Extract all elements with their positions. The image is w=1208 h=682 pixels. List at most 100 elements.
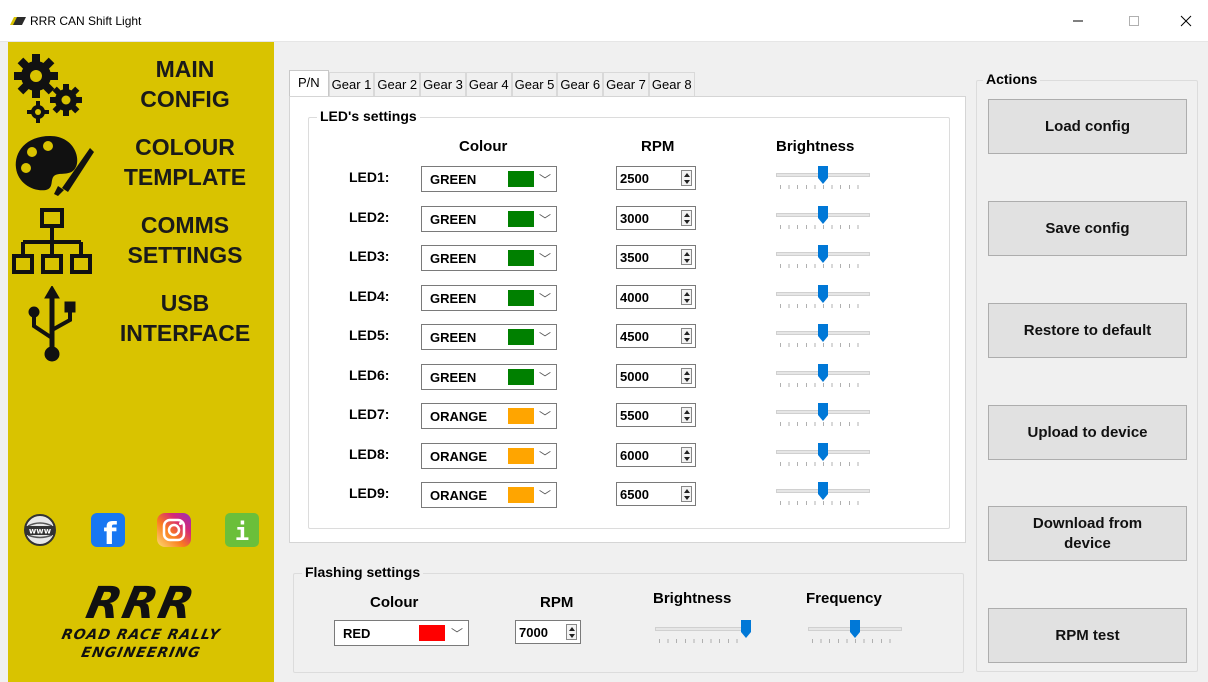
led-colour-select[interactable]: ORANGE ﹀ bbox=[421, 442, 557, 469]
led-rpm-stepper[interactable]: 4500 bbox=[616, 324, 696, 348]
slider-thumb[interactable] bbox=[818, 245, 828, 263]
led-brightness-slider[interactable] bbox=[774, 363, 872, 390]
spin-updown-icon[interactable] bbox=[681, 328, 692, 344]
tab-gear-5[interactable]: Gear 5 bbox=[511, 72, 558, 96]
spin-updown-icon[interactable] bbox=[681, 407, 692, 423]
upload-to-device-button[interactable]: Upload to device bbox=[988, 405, 1187, 460]
chevron-down-icon: ﹀ bbox=[538, 370, 551, 385]
slider-ticks bbox=[780, 264, 866, 268]
chevron-down-icon: ﹀ bbox=[538, 212, 551, 227]
spin-updown-icon[interactable] bbox=[681, 367, 692, 384]
led-brightness-slider[interactable] bbox=[774, 284, 872, 311]
led-brightness-slider[interactable] bbox=[774, 324, 872, 350]
sidebar-item-comms-settings[interactable]: COMMS SETTINGS bbox=[8, 208, 274, 284]
led-label: LED8: bbox=[349, 445, 390, 462]
led-brightness-slider[interactable] bbox=[774, 442, 872, 469]
close-button[interactable] bbox=[1166, 8, 1206, 34]
slider-thumb[interactable] bbox=[818, 166, 828, 184]
facebook-button[interactable]: f bbox=[90, 512, 126, 552]
slider-thumb[interactable] bbox=[850, 620, 860, 638]
slider-thumb[interactable] bbox=[741, 620, 751, 638]
actions-group: Actions Load config Save config Restore … bbox=[976, 71, 1198, 672]
led-colour-select[interactable]: GREEN ﹀ bbox=[421, 245, 557, 271]
maximize-button[interactable] bbox=[1114, 8, 1154, 34]
led-rpm-stepper[interactable]: 5500 bbox=[616, 403, 696, 427]
spin-updown-icon[interactable] bbox=[681, 170, 692, 186]
info-button[interactable]: i bbox=[224, 512, 260, 548]
download-from-device-button[interactable]: Download from device bbox=[988, 506, 1187, 561]
tab-gear-4[interactable]: Gear 4 bbox=[465, 72, 512, 96]
tab-gear-1[interactable]: Gear 1 bbox=[328, 72, 375, 96]
led-brightness-slider[interactable] bbox=[774, 482, 872, 508]
website-button[interactable]: www bbox=[22, 512, 58, 548]
spin-updown-icon[interactable] bbox=[681, 209, 692, 226]
slider-thumb[interactable] bbox=[818, 442, 828, 461]
save-config-button[interactable]: Save config bbox=[988, 201, 1187, 256]
flash-col-colour-header: Colour bbox=[370, 594, 419, 611]
led-colour-select[interactable]: GREEN ﹀ bbox=[421, 324, 557, 350]
led-rpm-stepper[interactable]: 5000 bbox=[616, 363, 696, 388]
led-rpm-stepper[interactable]: 6500 bbox=[616, 482, 696, 506]
gear-tabs: P/N Gear 1 Gear 2 Gear 3 Gear 4 Gear 5 G… bbox=[289, 70, 695, 97]
led-brightness-slider[interactable] bbox=[774, 205, 872, 232]
led-label: LED6: bbox=[349, 366, 390, 383]
flash-brightness-slider[interactable] bbox=[653, 620, 751, 646]
led-label: LED3: bbox=[349, 248, 390, 264]
minimize-button[interactable] bbox=[1058, 8, 1098, 34]
gears-icon bbox=[14, 54, 82, 123]
flash-colour-select[interactable]: RED ﹀ bbox=[334, 620, 469, 646]
led-rpm-value: 2500 bbox=[620, 171, 649, 186]
slider-thumb[interactable] bbox=[818, 205, 828, 224]
led-label: LED1: bbox=[349, 169, 390, 185]
load-config-button[interactable]: Load config bbox=[988, 99, 1187, 154]
led-colour-swatch bbox=[508, 447, 534, 464]
led-rpm-stepper[interactable]: 3500 bbox=[616, 245, 696, 269]
rpm-test-button[interactable]: RPM test bbox=[988, 608, 1187, 663]
flash-frequency-slider[interactable] bbox=[806, 620, 904, 646]
led-rpm-stepper[interactable]: 3000 bbox=[616, 205, 696, 230]
chevron-down-icon: ﹀ bbox=[538, 449, 551, 464]
led-rpm-stepper[interactable]: 4000 bbox=[616, 284, 696, 309]
led-label: LED5: bbox=[349, 327, 390, 343]
led-colour-select[interactable]: GREEN ﹀ bbox=[421, 284, 557, 311]
sidebar-item-main-config[interactable]: MAIN CONFIG bbox=[8, 52, 274, 128]
led-brightness-slider[interactable] bbox=[774, 403, 872, 429]
tab-gear-7[interactable]: Gear 7 bbox=[603, 72, 649, 96]
led-colour-select[interactable]: GREEN ﹀ bbox=[421, 166, 557, 192]
col-brightness-header: Brightness bbox=[776, 138, 855, 155]
led-rpm-stepper[interactable]: 6000 bbox=[616, 442, 696, 467]
tab-gear-8[interactable]: Gear 8 bbox=[648, 72, 695, 96]
restore-default-button[interactable]: Restore to default bbox=[988, 303, 1187, 358]
spin-updown-icon[interactable] bbox=[681, 288, 692, 305]
slider-thumb[interactable] bbox=[818, 363, 828, 382]
spin-updown-icon[interactable] bbox=[681, 486, 692, 502]
sidebar-item-usb-interface[interactable]: USB INTERFACE bbox=[8, 286, 274, 362]
chevron-down-icon: ﹀ bbox=[538, 410, 551, 424]
spin-updown-icon[interactable] bbox=[681, 249, 692, 265]
slider-thumb[interactable] bbox=[818, 324, 828, 342]
sidebar-item-colour-template[interactable]: COLOUR TEMPLATE bbox=[8, 130, 274, 206]
led-rpm-stepper[interactable]: 2500 bbox=[616, 166, 696, 190]
spin-updown-icon[interactable] bbox=[681, 446, 692, 463]
slider-thumb[interactable] bbox=[818, 482, 828, 500]
slider-thumb[interactable] bbox=[818, 403, 828, 421]
led-colour-select[interactable]: ORANGE ﹀ bbox=[421, 482, 557, 508]
flash-rpm-stepper[interactable]: 7000 bbox=[515, 620, 581, 644]
led-brightness-slider[interactable] bbox=[774, 245, 872, 271]
led-brightness-slider[interactable] bbox=[774, 166, 872, 192]
slider-thumb[interactable] bbox=[818, 284, 828, 303]
led-colour-select[interactable]: GREEN ﹀ bbox=[421, 363, 557, 390]
instagram-icon bbox=[157, 513, 191, 547]
brand-logo: RRR ROAD RACE RALLY ENGINEERING bbox=[8, 578, 274, 662]
slider-ticks bbox=[780, 343, 866, 347]
led-colour-select[interactable]: GREEN ﹀ bbox=[421, 205, 557, 232]
tab-gear-6[interactable]: Gear 6 bbox=[557, 72, 604, 96]
led-colour-select[interactable]: ORANGE ﹀ bbox=[421, 403, 557, 429]
tab-gear-2[interactable]: Gear 2 bbox=[374, 72, 421, 96]
chevron-down-icon: ﹀ bbox=[450, 627, 463, 641]
tab-gear-3[interactable]: Gear 3 bbox=[420, 72, 466, 96]
instagram-button[interactable] bbox=[156, 512, 192, 548]
spin-updown-icon[interactable] bbox=[566, 624, 577, 640]
tab-pn[interactable]: P/N bbox=[289, 70, 329, 97]
sidebar: MAIN CONFIG COLOUR TEMPLATE COMMS SETTIN… bbox=[8, 42, 274, 682]
